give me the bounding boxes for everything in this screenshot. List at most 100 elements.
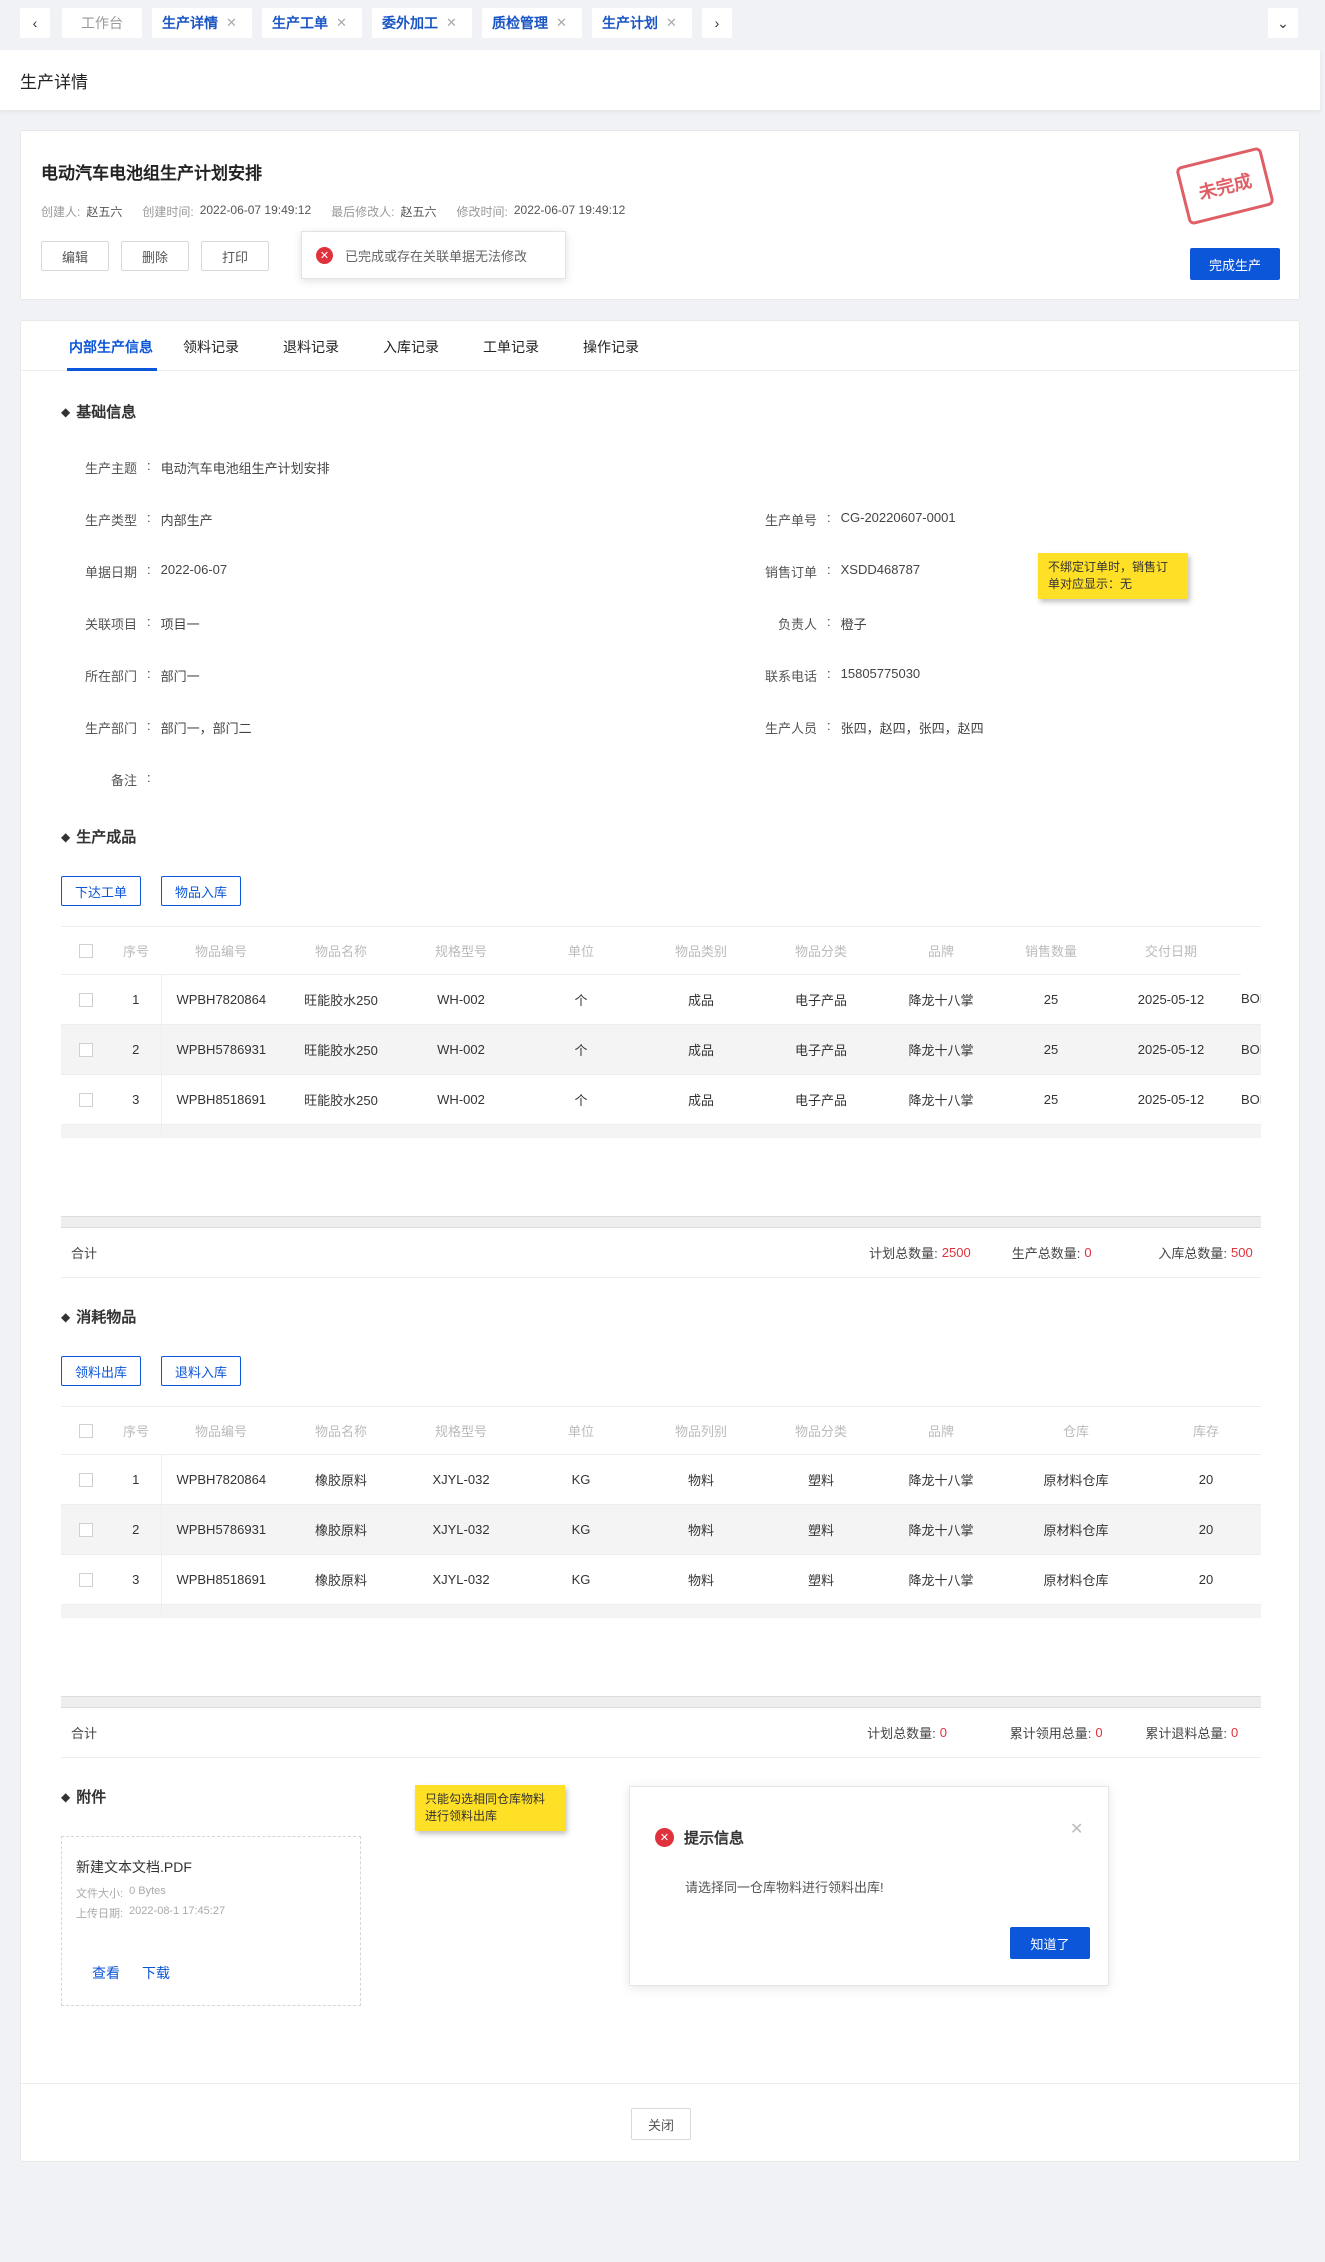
tab-outsourcing[interactable]: 委外加工 ✕ <box>372 8 472 38</box>
next-tab-button[interactable]: › <box>702 8 732 38</box>
row-checkbox[interactable] <box>79 992 93 1007</box>
close-icon[interactable]: ✕ <box>666 15 677 31</box>
close-button[interactable]: 关闭 <box>631 2108 691 2140</box>
table-cell: 25 <box>1001 1074 1101 1125</box>
table-cell: BOM <box>1241 974 1261 1025</box>
table-cell: 成品 <box>641 1074 761 1125</box>
table-row[interactable]: 2 WPBH5786931 旺能胶水250 WH-002 个成品 电子产品 降龙十八掌 25 2… <box>61 1024 1261 1075</box>
table-row[interactable]: 1 WPBH7820864 橡胶原料 XJYL-032 KG 物料 塑料 降龙十八掌 原材料仓库… <box>61 1454 1261 1505</box>
products-summary: 合计 计划总数量: 2500 生产总数量: 0 入库总数量: 500 <box>61 1228 1261 1278</box>
tab-production-detail[interactable]: 生产详情 ✕ <box>152 8 252 38</box>
products-scrollbar[interactable] <box>61 1216 1261 1228</box>
view-link[interactable]: 查看 <box>92 1963 120 1983</box>
close-icon[interactable]: ✕ <box>1070 1819 1083 1839</box>
column-header: 仓库 <box>1001 1407 1151 1455</box>
tab-work-order[interactable]: 生产工单 ✕ <box>262 8 362 38</box>
column-header: 物品编号 <box>161 1407 281 1455</box>
item-inbound-button[interactable]: 物品入库 <box>161 876 241 906</box>
row-checkbox[interactable] <box>79 1572 93 1587</box>
footer-divider <box>21 2083 1299 2084</box>
table-cell: WPBH6576642 <box>161 1604 281 1618</box>
row-checkbox-cell <box>61 1454 111 1505</box>
table-cell: 20 <box>1151 1504 1261 1555</box>
tab-inbound-records[interactable]: 入库记录 <box>383 337 439 357</box>
diamond-icon: ◆ <box>61 404 71 419</box>
issue-work-order-button[interactable]: 下达工单 <box>61 876 141 906</box>
row-checkbox[interactable] <box>79 1042 93 1057</box>
column-header: 品牌 <box>881 1407 1001 1455</box>
table-cell: XJYL-032 <box>401 1554 521 1605</box>
column-header: 序号 <box>111 1407 161 1455</box>
row-checkbox[interactable] <box>79 1092 93 1107</box>
table-row[interactable]: 4WPBH6576642橡胶原料XJYL-032KG物料塑料降龙十八掌原材料仓库… <box>61 1604 1261 1618</box>
tab-internal-production[interactable]: 内部生产信息 <box>69 337 153 357</box>
table-cell: BOM <box>1241 1074 1261 1125</box>
close-icon[interactable]: ✕ <box>556 15 567 31</box>
complete-production-button[interactable]: 完成生产 <box>1190 248 1280 280</box>
tip-dialog: ✕ 提示信息 ✕ 请选择同一仓库物料进行领料出库! 知道了 <box>629 1786 1109 1986</box>
edit-button[interactable]: 编辑 <box>41 241 109 271</box>
tab-workbench[interactable]: 工作台 <box>62 8 142 38</box>
tab-operation-records[interactable]: 操作记录 <box>583 337 639 357</box>
table-cell: 物料 <box>641 1504 761 1555</box>
close-icon[interactable]: ✕ <box>336 15 347 31</box>
table-cell: XJYL-032 <box>401 1454 521 1505</box>
table-cell: 橡胶原料 <box>281 1554 401 1605</box>
select-all-checkbox[interactable] <box>79 1424 93 1439</box>
select-all-checkbox-cell <box>61 1407 111 1455</box>
table-cell: 2 <box>111 1024 162 1075</box>
delete-button[interactable]: 删除 <box>121 241 189 271</box>
row-checkbox[interactable] <box>79 1522 93 1537</box>
download-link[interactable]: 下载 <box>142 1963 170 1983</box>
table-cell: WPBH5786931 <box>161 1024 281 1075</box>
attachment-date: 上传日期: 2022-08-1 17:45:27 <box>76 1905 226 1920</box>
column-header: 物品名称 <box>281 927 401 975</box>
field-date: 单据日期:2022-06-07 <box>84 562 228 580</box>
table-row[interactable]: 3 WPBH8518691 旺能胶水250 WH-002 个成品 电子产品 降龙十八掌 25 2… <box>61 1074 1261 1125</box>
table-cell: 电子产品 <box>761 1074 881 1125</box>
print-button[interactable]: 打印 <box>201 241 269 271</box>
table-cell: 降龙十八掌 <box>881 1504 1001 1555</box>
consumables-scrollbar[interactable] <box>61 1696 1261 1708</box>
table-cell: 物料 <box>641 1554 761 1605</box>
table-cell: 橡胶原料 <box>281 1604 401 1618</box>
tab-quality[interactable]: 质检管理 ✕ <box>482 8 582 38</box>
tab-menu-button[interactable]: ⌄ <box>1268 8 1298 38</box>
attachment-size: 文件大小: 0 Bytes <box>76 1885 166 1900</box>
table-cell: XJYL-032 <box>401 1504 521 1555</box>
section-products: ◆ 生产成品 <box>61 829 137 846</box>
prev-tab-button[interactable]: ‹ <box>20 8 50 38</box>
table-row[interactable]: 1 WPBH7820864 旺能胶水250 WH-002 个成品 电子产品 降龙十八掌 25 2… <box>61 974 1261 1025</box>
table-cell: BOM <box>1241 1024 1261 1075</box>
table-cell: 原材料仓库 <box>1001 1454 1151 1505</box>
tab-bar: ‹ 工作台 生产详情 ✕ 生产工单 ✕ 委外加工 ✕ 质检管理 ✕ 生产计划 ✕ › ⌄ <box>0 0 1325 50</box>
tab-workorder-records[interactable]: 工单记录 <box>483 337 539 357</box>
table-cell: 降龙十八掌 <box>881 1554 1001 1605</box>
table-cell: 降龙十八掌 <box>881 1024 1001 1075</box>
close-icon[interactable]: ✕ <box>226 15 237 31</box>
return-inbound-button[interactable]: 退料入库 <box>161 1356 241 1386</box>
table-cell: 旺能胶水250 <box>281 1124 401 1138</box>
select-all-checkbox[interactable] <box>79 944 93 959</box>
active-tab-indicator <box>67 368 157 371</box>
tab-picking-records[interactable]: 领料记录 <box>183 337 239 357</box>
row-checkbox[interactable] <box>79 1472 93 1487</box>
table-cell: 个 <box>521 1124 641 1138</box>
tab-production-plan[interactable]: 生产计划 ✕ <box>592 8 692 38</box>
column-header: 单位 <box>521 927 641 975</box>
table-cell: KG <box>521 1604 641 1618</box>
tab-return-records[interactable]: 退料记录 <box>283 337 339 357</box>
table-cell: 物料 <box>641 1604 761 1618</box>
dialog-ok-button[interactable]: 知道了 <box>1010 1927 1090 1959</box>
table-cell: 成品 <box>641 974 761 1025</box>
table-header-row: 序号 物品编号 物品名称 规格型号 单位 物品列别 物品分类 品牌 仓库 库存 <box>61 1407 1261 1455</box>
table-row[interactable]: 3 WPBH8518691 橡胶原料 XJYL-032 KG 物料 塑料 降龙十八掌 原材料仓库… <box>61 1554 1261 1605</box>
close-icon[interactable]: ✕ <box>446 15 457 31</box>
table-cell: 4 <box>111 1124 162 1138</box>
table-cell: 2025-05-12 <box>1101 1024 1241 1075</box>
table-cell: 塑料 <box>761 1504 881 1555</box>
picking-outbound-button[interactable]: 领料出库 <box>61 1356 141 1386</box>
table-cell: 降龙十八掌 <box>881 1454 1001 1505</box>
table-row[interactable]: 4WPBH6576642旺能胶水250WH-002个成品电子产品降龙十八掌252… <box>61 1124 1261 1138</box>
table-row[interactable]: 2 WPBH5786931 橡胶原料 XJYL-032 KG 物料 塑料 降龙十八掌 原材料仓库… <box>61 1504 1261 1555</box>
